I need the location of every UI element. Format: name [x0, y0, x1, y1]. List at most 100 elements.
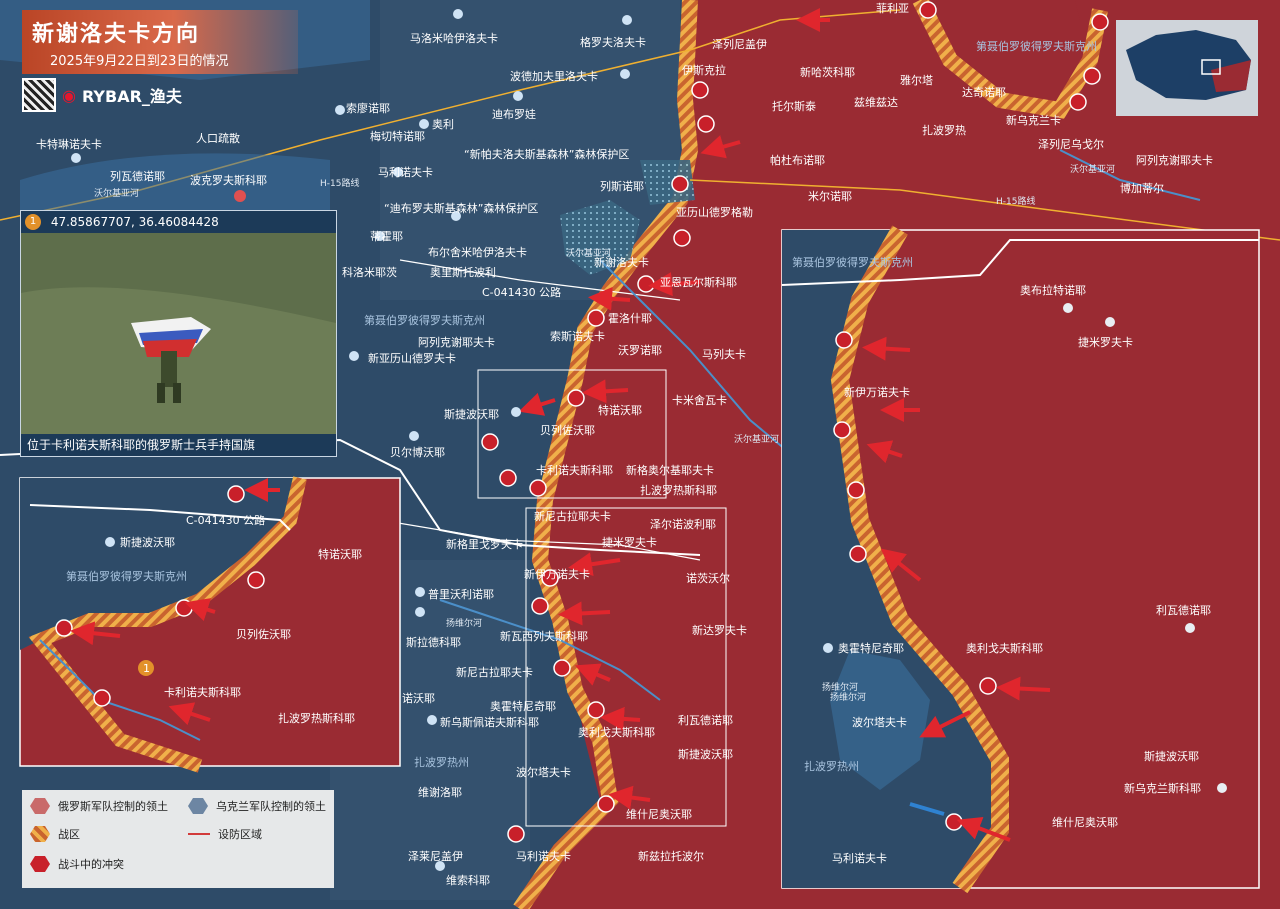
region-label: 扎波罗热州: [804, 759, 859, 773]
village-label: 贝列佐沃耶: [236, 627, 291, 641]
village-label: 奥利戈夫斯科耶: [578, 725, 655, 739]
village-label: 贝列佐沃耶: [540, 423, 595, 437]
village-label: 新尼古拉耶夫卡: [456, 665, 533, 679]
village-label: 斯捷波沃耶: [444, 407, 499, 421]
fortified-line-swatch: [188, 833, 210, 835]
village-label: 新格里戈罗夫卡: [446, 537, 523, 551]
village-label: 蒂霍耶: [370, 230, 403, 243]
village-label: 泽列尼盖伊: [712, 37, 767, 51]
brand: ◉ RYBAR_渔夫: [22, 78, 182, 112]
village-label: 新伊万诺夫卡: [524, 567, 590, 581]
legend-russian: 俄罗斯军队控制的领土: [30, 798, 168, 814]
village-label: 格罗夫洛夫卡: [580, 35, 646, 49]
village-label: 新达罗夫卡: [692, 623, 747, 637]
village-label: 索斯诺夫卡: [550, 329, 605, 343]
village-label: 兹维兹达: [854, 96, 898, 109]
village-label: 梅切特诺耶: [370, 129, 425, 143]
village-label: 科洛米耶茨: [342, 265, 397, 279]
legend-fighting: 战斗中的冲突: [30, 856, 124, 872]
brand-name: RYBAR_渔夫: [81, 87, 182, 106]
village-label: 卡利诺夫斯科耶: [536, 463, 613, 477]
road-label: H-15路线: [320, 177, 359, 189]
map-title: 新谢洛夫卡方向: [32, 22, 201, 47]
village-label: 亚恩瓦尔斯科耶: [660, 275, 737, 289]
village-label: 新兹拉托波尔: [638, 849, 704, 863]
village-label: 新乌克兰卡: [1006, 113, 1061, 127]
village-label: 奥里斯托波利: [430, 265, 496, 279]
village-label: 捷米罗夫卡: [602, 535, 657, 549]
village-label: 特诺沃耶: [598, 403, 642, 417]
village-label: 贝尔博沃耶: [390, 446, 445, 459]
village-label: 阿列克谢耶夫卡: [418, 335, 495, 349]
village-label: 泽列尼乌戈尔: [1038, 137, 1104, 151]
village-label: 波尔塔夫卡: [852, 716, 907, 729]
village-label: 马洛米哈伊洛夫卡: [410, 31, 498, 45]
village-label: 普里沃利诺耶: [428, 587, 494, 601]
legend-combat-zone: 战区: [30, 826, 80, 842]
road-label: H-15路线: [996, 195, 1035, 207]
road-label: C-041430 公路: [482, 286, 561, 299]
village-label: 霍洛什耶: [608, 311, 652, 325]
village-label: 卡利诺夫斯科耶: [164, 685, 241, 699]
village-label: 诺茨沃尔: [686, 571, 730, 585]
weibo-icon: ◉: [62, 85, 76, 105]
village-label: 新伊万诺夫卡: [844, 385, 910, 399]
photo-inset: 1 47.85867707, 36.46084428 位于卡利诺夫斯科耶的俄罗斯…: [20, 210, 337, 457]
overview-minimap: [1116, 20, 1258, 116]
legend-label: 俄罗斯军队控制的领土: [58, 800, 168, 813]
village-label: 维索科耶: [446, 873, 490, 887]
village-label: 奥霍特尼奇耶: [838, 641, 904, 655]
qr-code-icon: [22, 78, 56, 112]
region-label: 第聂伯罗彼得罗夫斯克州: [66, 569, 187, 583]
village-label: 列斯诺耶: [600, 179, 644, 193]
village-label: 博加蒂尔: [1120, 182, 1164, 195]
legend-fortified: 设防区域: [188, 826, 262, 842]
ukraine-overview-map: [1116, 20, 1258, 116]
forest-reserve-label: “迪布罗夫斯基森林”森林保护区: [384, 201, 538, 215]
village-label: 斯捷波沃耶: [1144, 749, 1199, 763]
legend: 俄罗斯军队控制的领土 乌克兰军队控制的领土 战区 设防区域 战斗中的冲突: [22, 790, 334, 888]
region-label: 第聂伯罗彼得罗夫斯克州: [364, 313, 485, 327]
photo-caption: 位于卡利诺夫斯科耶的俄罗斯士兵手持国旗: [21, 434, 336, 456]
village-label: 马利诺夫卡: [516, 850, 571, 863]
combat-zone-swatch: [30, 826, 50, 842]
village-label: 帕杜布诺耶: [770, 153, 825, 167]
river-label: 沃尔基亚河: [1070, 163, 1115, 175]
village-label: 奥利: [432, 117, 454, 131]
river-label: 沃尔基亚河: [734, 433, 779, 445]
village-label: 雅尔塔: [900, 73, 933, 87]
photo-coordinates: 47.85867707, 36.46084428: [50, 215, 219, 229]
village-label: 捷米罗夫卡: [1078, 335, 1133, 349]
village-label: 利瓦德诺耶: [1156, 603, 1211, 617]
village-label: 利瓦德诺耶: [678, 713, 733, 727]
ukrainian-territory-swatch: [188, 798, 208, 814]
village-label: 菲利亚: [876, 2, 909, 15]
village-label: 诺沃耶: [402, 692, 435, 705]
river-label: 扬维尔河: [446, 617, 482, 629]
village-label: 斯捷波沃耶: [678, 747, 733, 761]
russian-territory-swatch: [30, 798, 50, 814]
legend-ukrainian: 乌克兰军队控制的领土: [188, 798, 326, 814]
village-label: 马利诺夫卡: [832, 852, 887, 865]
village-label: 维谢洛耶: [418, 785, 462, 799]
village-label: 布尔舍米哈伊洛夫卡: [428, 245, 527, 259]
village-label: 新乌克兰斯科耶: [1124, 781, 1201, 795]
village-label: 波克罗夫斯科耶: [190, 173, 267, 187]
village-label: 扎波罗热: [922, 123, 966, 137]
village-label: 扎波罗热斯科耶: [278, 711, 355, 725]
river-label: 扬维尔河: [822, 681, 858, 693]
village-label: 维什尼奥沃耶: [1052, 815, 1118, 829]
legend-label: 战区: [58, 828, 80, 841]
village-label: 迪布罗娃: [492, 108, 536, 121]
village-label: 沃罗诺耶: [618, 344, 662, 357]
village-label: 新乌斯佩诺夫斯科耶: [440, 715, 539, 729]
village-label: 斯捷波沃耶: [120, 535, 175, 549]
village-label: 奥利戈夫斯科耶: [966, 641, 1043, 655]
village-label: 奥布拉特诺耶: [1020, 283, 1086, 297]
region-label: 扎波罗热州: [414, 755, 469, 769]
photo-header: 1 47.85867707, 36.46084428: [21, 211, 336, 233]
legend-label: 乌克兰军队控制的领土: [216, 800, 326, 813]
fighting-swatch-icon: [30, 856, 50, 872]
village-label: 波德加夫里洛夫卡: [510, 69, 598, 83]
village-label: 新瓦西列夫斯科耶: [500, 629, 588, 643]
